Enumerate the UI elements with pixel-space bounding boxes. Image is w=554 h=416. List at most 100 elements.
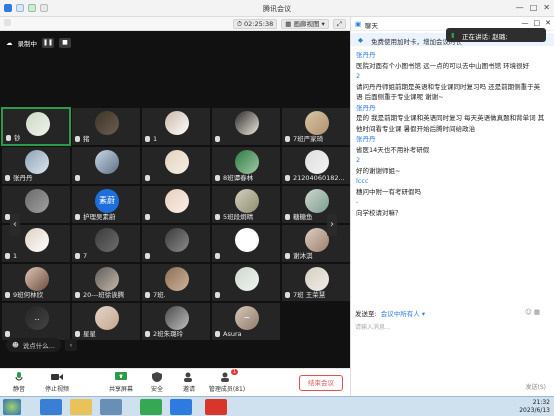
ie-icon[interactable] <box>40 399 62 415</box>
chat-message: 张丹丹 医院对面有个小图书馆 远一点的可以去中山图书馆 环境很好 <box>356 50 546 71</box>
participant-name: 钞 <box>6 132 67 142</box>
participant-name-text: 1 <box>13 252 18 260</box>
mic-muted-icon <box>215 331 220 337</box>
tencent-meeting-icon[interactable] <box>170 399 192 415</box>
send-button[interactable]: 发送(S) <box>526 382 547 391</box>
participant-tile[interactable]: 7班 王荣慧 <box>281 263 351 302</box>
participant-tile[interactable] <box>71 146 141 185</box>
participant-tile[interactable]: 猪 <box>71 107 141 146</box>
participant-tile[interactable] <box>211 224 281 263</box>
mic-muted-icon <box>75 253 80 259</box>
stop-video-button[interactable]: 停止视频 <box>40 372 74 393</box>
chat-quick-input[interactable]: ☻ 说点什么... <box>6 338 61 352</box>
participant-tile[interactable]: 20---班徐诶腾 <box>71 263 141 302</box>
participant-name-text: 8班谭春林 <box>223 174 254 182</box>
send-to-selector[interactable]: 会议中所有人 ▾ <box>381 308 425 318</box>
mic-muted-icon <box>215 214 220 220</box>
avatar <box>95 111 119 135</box>
avatar <box>25 267 49 291</box>
avatar <box>165 228 189 252</box>
wps-icon[interactable] <box>205 399 227 415</box>
avatar <box>305 267 329 291</box>
participant-name-text: 7 <box>83 252 88 260</box>
share-screen-button[interactable]: 共享屏幕 <box>104 372 138 393</box>
mic-muted-icon <box>285 175 290 181</box>
mic-muted-icon <box>145 331 150 337</box>
participant-name: 9班何林欣 <box>5 289 68 299</box>
participant-tile[interactable] <box>211 107 281 146</box>
participant-tile[interactable] <box>141 224 211 263</box>
participant-tile[interactable]: 7 <box>71 224 141 263</box>
cloud-record-icon: ☁ <box>6 39 13 47</box>
panel-icon: ▣ <box>355 20 362 28</box>
members-icon: 1 <box>221 369 238 382</box>
avatar: 素蔚 <box>95 189 119 213</box>
participant-name: 7班严家琦 <box>285 133 348 143</box>
media-icon[interactable] <box>100 399 122 415</box>
chat-sender: 2 <box>356 156 361 164</box>
participant-tile[interactable]: 9班何林欣 <box>1 263 71 302</box>
participant-name <box>145 174 208 182</box>
participant-tile[interactable]: 谢沐淇 <box>281 224 351 263</box>
participant-tile[interactable]: 8班谭春林 <box>211 146 281 185</box>
chat-message: 2 请问丹丹师姐前期是英语和专业课同时复习吗 还是前期侧重于英语 后面侧重于专业课… <box>356 71 546 103</box>
chat-close-icon[interactable]: ✕ <box>545 19 551 27</box>
participant-name-text: 7班. <box>153 291 166 299</box>
browser-icon[interactable] <box>140 399 162 415</box>
avatar <box>95 228 119 252</box>
chat-input[interactable]: 请输入消息... <box>355 322 391 331</box>
participant-tile[interactable]: 星星 <box>71 302 141 341</box>
stop-recording-button[interactable]: ■ <box>59 38 71 48</box>
expand-icon[interactable]: ⤢ <box>332 19 346 29</box>
avatar <box>305 111 329 135</box>
participant-tile[interactable] <box>211 263 281 302</box>
chat-minimize-icon[interactable]: — <box>522 19 529 27</box>
participant-tile[interactable]: 7班. <box>141 263 211 302</box>
prev-page-button[interactable]: ‹ <box>10 214 20 236</box>
security-button[interactable]: 安全 <box>140 372 174 393</box>
participant-name-text: 星星 <box>83 330 96 338</box>
notice-icon: ◆ <box>358 36 363 44</box>
manage-members-button[interactable]: 1 管理成员(81) <box>206 369 248 393</box>
end-meeting-button[interactable]: 结束会议 <box>299 375 343 391</box>
participant-tile[interactable]: .. <box>1 302 71 341</box>
participant-tile[interactable]: 钞 <box>1 107 71 146</box>
collapse-button[interactable]: ‹ <box>64 339 77 351</box>
participant-tile[interactable]: 2班朱璐玲 <box>141 302 211 341</box>
avatar-text: 素蔚 <box>99 196 115 205</box>
participant-tile[interactable] <box>141 146 211 185</box>
participant-tile[interactable]: 1 <box>141 107 211 146</box>
mic-muted-icon <box>75 136 80 142</box>
avatar: .. <box>25 306 49 330</box>
pause-recording-button[interactable]: ❚❚ <box>42 38 54 48</box>
avatar <box>165 306 189 330</box>
members-badge: 1 <box>230 369 238 375</box>
participant-name-text: 1 <box>153 135 158 143</box>
chat-sender: 张丹丹 <box>356 51 376 59</box>
invite-button[interactable]: 邀请 <box>172 372 206 393</box>
minimize-icon[interactable]: — <box>516 3 524 12</box>
chat-maximize-icon[interactable]: □ <box>534 19 541 27</box>
participant-tile[interactable]: 张丹丹 <box>1 146 71 185</box>
participant-tile[interactable]: 素蔚 护理吴素蔚 <box>71 185 141 224</box>
avatar <box>25 150 49 174</box>
participant-name-text: 猪 <box>83 135 90 143</box>
start-button[interactable] <box>3 399 21 415</box>
chat-bubble-icon: ☻ <box>12 341 19 349</box>
close-icon[interactable]: ✕ <box>543 3 550 12</box>
folder-icon[interactable] <box>70 399 92 415</box>
chat-text: 省医14天也不用补考研假 <box>356 145 430 154</box>
participant-tile[interactable]: 5班段炯晴 <box>211 185 281 224</box>
next-page-button[interactable]: › <box>327 214 337 236</box>
participant-tile[interactable] <box>141 185 211 224</box>
grid-icon[interactable] <box>4 19 11 26</box>
participant-tile[interactable]: ~ Asura <box>211 302 281 341</box>
participant-tile[interactable]: 21204060182... <box>281 146 351 185</box>
participant-tile[interactable]: 7班严家琦 <box>281 107 351 146</box>
view-selector[interactable]: ▦ 画廊视图 ▾ <box>281 19 329 29</box>
emoji-icon[interactable]: ☺ ▦ <box>525 308 540 316</box>
maximize-icon[interactable]: □ <box>530 3 538 12</box>
send-to-row: 发送至: 会议中所有人 ▾ ☺ ▦ <box>355 308 540 318</box>
participant-tile[interactable]: 糖糖鱼 <box>281 185 351 224</box>
mute-button[interactable]: 静音 <box>2 372 36 393</box>
